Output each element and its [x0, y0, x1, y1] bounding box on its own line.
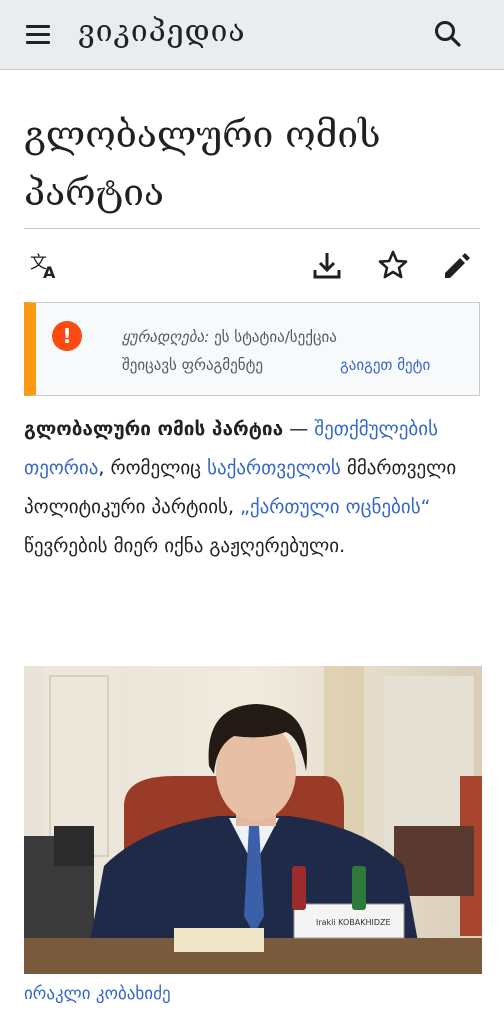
- menu-line: [26, 41, 50, 44]
- search-icon[interactable]: [430, 16, 466, 52]
- notice-line-2: შეიცავს ფრაგმენტე გაიგეთ მეტი: [122, 351, 472, 379]
- star-icon[interactable]: [376, 248, 410, 282]
- svg-text:A: A: [43, 263, 56, 282]
- notice-text: ყურადღება: ეს სტატია/სექცია შეიცავს ფრაგ…: [122, 323, 472, 379]
- menu-line: [26, 33, 50, 36]
- title-divider: [24, 228, 480, 229]
- link-georgian-dream[interactable]: „ქართული ოცნების“: [240, 496, 430, 518]
- article-photo[interactable]: Irakli KOBAKHIDZE: [24, 666, 482, 974]
- intro-text-3: წევრების მიერ იქნა გაჟღერებული.: [24, 535, 346, 557]
- top-bar: ვიკიპედია: [0, 0, 504, 70]
- notice-message-2: შეიცავს ფრაგმენტე: [122, 356, 263, 374]
- intro-bold-term: გლობალური ომის პარტია: [24, 418, 284, 440]
- notice-box[interactable]: ! ყურადღება: ეს სტატია/სექცია შეიცავს ფრ…: [24, 302, 480, 396]
- intro-dash: —: [283, 418, 315, 440]
- exclamation-icon: !: [52, 321, 82, 351]
- hamburger-menu-icon[interactable]: [24, 21, 52, 49]
- notice-message-1: ეს სტატია/სექცია: [214, 328, 337, 346]
- link-georgia[interactable]: საქართველოს: [207, 457, 341, 479]
- page-actions-bar: 文 A: [24, 246, 480, 286]
- menu-line: [26, 25, 50, 28]
- pencil-icon[interactable]: [440, 248, 474, 282]
- image-caption-link[interactable]: ირაკლი კობახიძე: [24, 984, 171, 1004]
- translate-icon[interactable]: 文 A: [28, 248, 62, 282]
- notice-label: ყურადღება: [122, 328, 205, 346]
- learn-more-link[interactable]: გაიგეთ მეტი: [340, 351, 430, 379]
- intro-text-1: , რომელიც: [98, 457, 208, 479]
- nameplate-text: Irakli KOBAKHIDZE: [316, 918, 391, 927]
- download-icon[interactable]: [310, 248, 344, 282]
- notice-line-1: ყურადღება: ეს სტატია/სექცია: [122, 328, 337, 346]
- wikipedia-wordmark[interactable]: ვიკიპედია: [78, 14, 246, 49]
- intro-paragraph: გლობალური ომის პარტია — შეთქმულების თეორ…: [24, 410, 480, 566]
- page-title: გლობალური ომის პარტია: [24, 113, 381, 214]
